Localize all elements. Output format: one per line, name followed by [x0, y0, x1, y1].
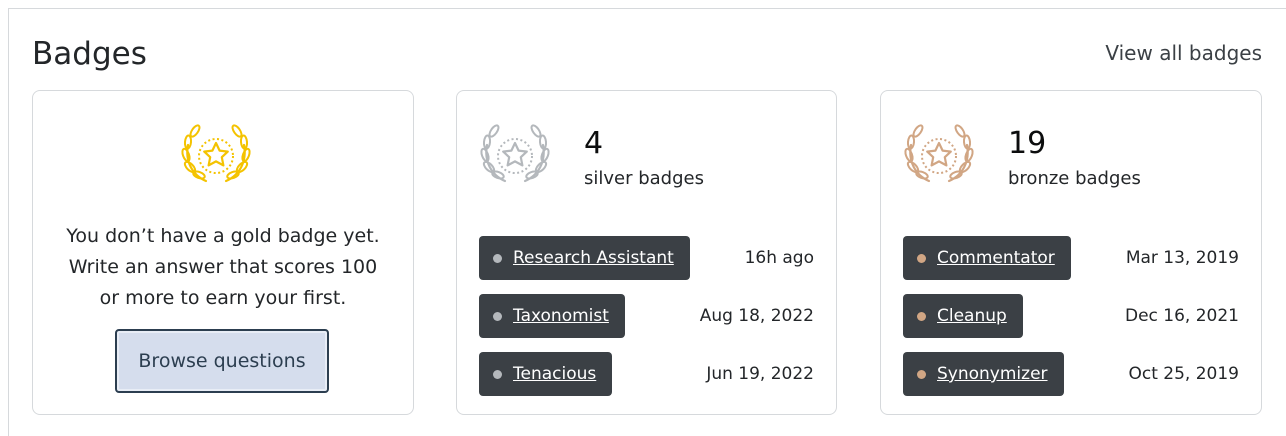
- badge-row: Research Assistant 16h ago: [479, 236, 814, 280]
- badge-pill[interactable]: Commentator: [903, 236, 1071, 280]
- badge-row: Taxonomist Aug 18, 2022: [479, 294, 814, 338]
- bronze-dot-icon: [917, 254, 926, 263]
- view-all-badges-link[interactable]: View all badges: [1105, 38, 1262, 68]
- badge-date: 16h ago: [744, 248, 814, 268]
- badge-name: Synonymizer: [937, 364, 1048, 384]
- badge-name: Commentator: [937, 248, 1055, 268]
- badge-date: Oct 25, 2019: [1128, 364, 1240, 384]
- gold-message-line-1: You don’t have a gold badge yet.: [66, 225, 380, 247]
- badge-name: Cleanup: [937, 306, 1007, 326]
- badge-pill[interactable]: Tenacious: [479, 352, 613, 396]
- badge-date: Aug 18, 2022: [699, 306, 814, 326]
- silver-badge-count: 4: [584, 126, 604, 161]
- silver-dot-icon: [493, 370, 502, 379]
- badge-name: Tenacious: [513, 364, 597, 384]
- gold-badge-message: You don’t have a gold badge yet. Write a…: [43, 221, 403, 314]
- bronze-badge-icon: [903, 122, 975, 183]
- badge-pill[interactable]: Synonymizer: [903, 352, 1064, 396]
- gold-message-line-3: or more to earn your first.: [99, 287, 347, 309]
- badge-date: Jun 19, 2022: [706, 364, 814, 384]
- badge-pill[interactable]: Taxonomist: [479, 294, 625, 338]
- badge-pill[interactable]: Research Assistant: [479, 236, 690, 280]
- silver-dot-icon: [493, 254, 502, 263]
- badge-row: Synonymizer Oct 25, 2019: [903, 352, 1239, 396]
- badge-date: Dec 16, 2021: [1124, 306, 1239, 326]
- bronze-badge-label: bronze badges: [1008, 168, 1141, 189]
- bronze-dot-icon: [917, 370, 926, 379]
- gold-message-line-2: Write an answer that scores 100: [68, 256, 378, 278]
- silver-badge-card: 4 silver badges Research Assistant 16h a…: [456, 90, 837, 415]
- badge-name: Taxonomist: [513, 306, 609, 326]
- badge-name: Research Assistant: [513, 248, 674, 268]
- silver-badge-label: silver badges: [584, 168, 704, 189]
- gold-badge-icon: [180, 122, 252, 183]
- badge-row: Commentator Mar 13, 2019: [903, 236, 1239, 280]
- bronze-dot-icon: [917, 312, 926, 321]
- bronze-badge-count: 19: [1008, 126, 1047, 161]
- badge-date: Mar 13, 2019: [1125, 248, 1239, 268]
- badge-row: Cleanup Dec 16, 2021: [903, 294, 1239, 338]
- browse-questions-button[interactable]: Browse questions: [115, 329, 329, 393]
- section-title: Badges: [32, 36, 147, 72]
- silver-dot-icon: [493, 312, 502, 321]
- bronze-badge-card: 19 bronze badges Commentator Mar 13, 201…: [880, 90, 1262, 415]
- badge-pill[interactable]: Cleanup: [903, 294, 1023, 338]
- gold-badge-card: You don’t have a gold badge yet. Write a…: [32, 90, 414, 415]
- silver-badge-icon: [479, 122, 551, 183]
- badge-row: Tenacious Jun 19, 2022: [479, 352, 814, 396]
